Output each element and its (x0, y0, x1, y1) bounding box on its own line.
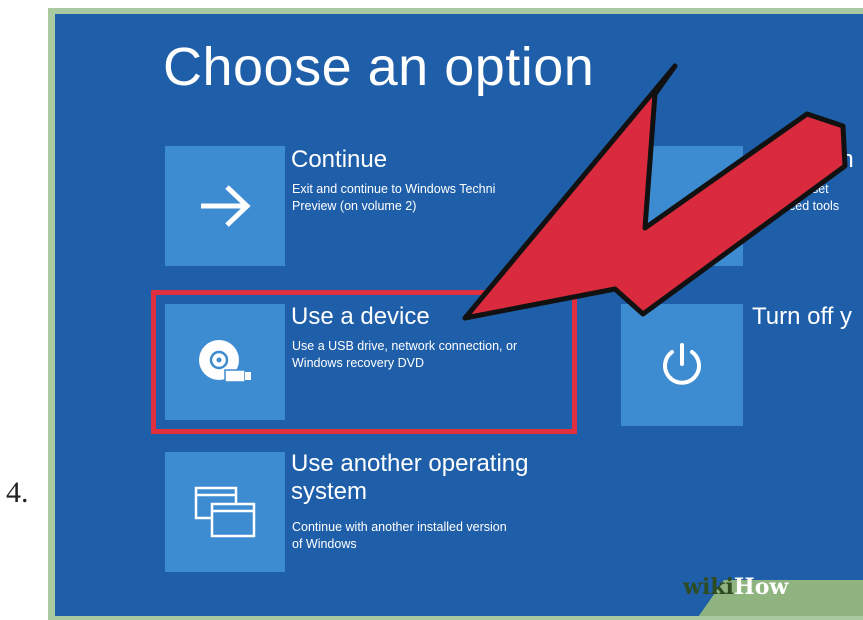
wikihow-watermark: wikiHow (683, 574, 788, 600)
watermark-part-1: wiki (683, 574, 734, 600)
windows-recovery-screen: Choose an option Continue Exit and conti… (55, 14, 863, 616)
pointer-arrow-icon (462, 63, 848, 321)
watermark-part-2: How (733, 574, 789, 600)
step-number: 4. (6, 476, 29, 509)
